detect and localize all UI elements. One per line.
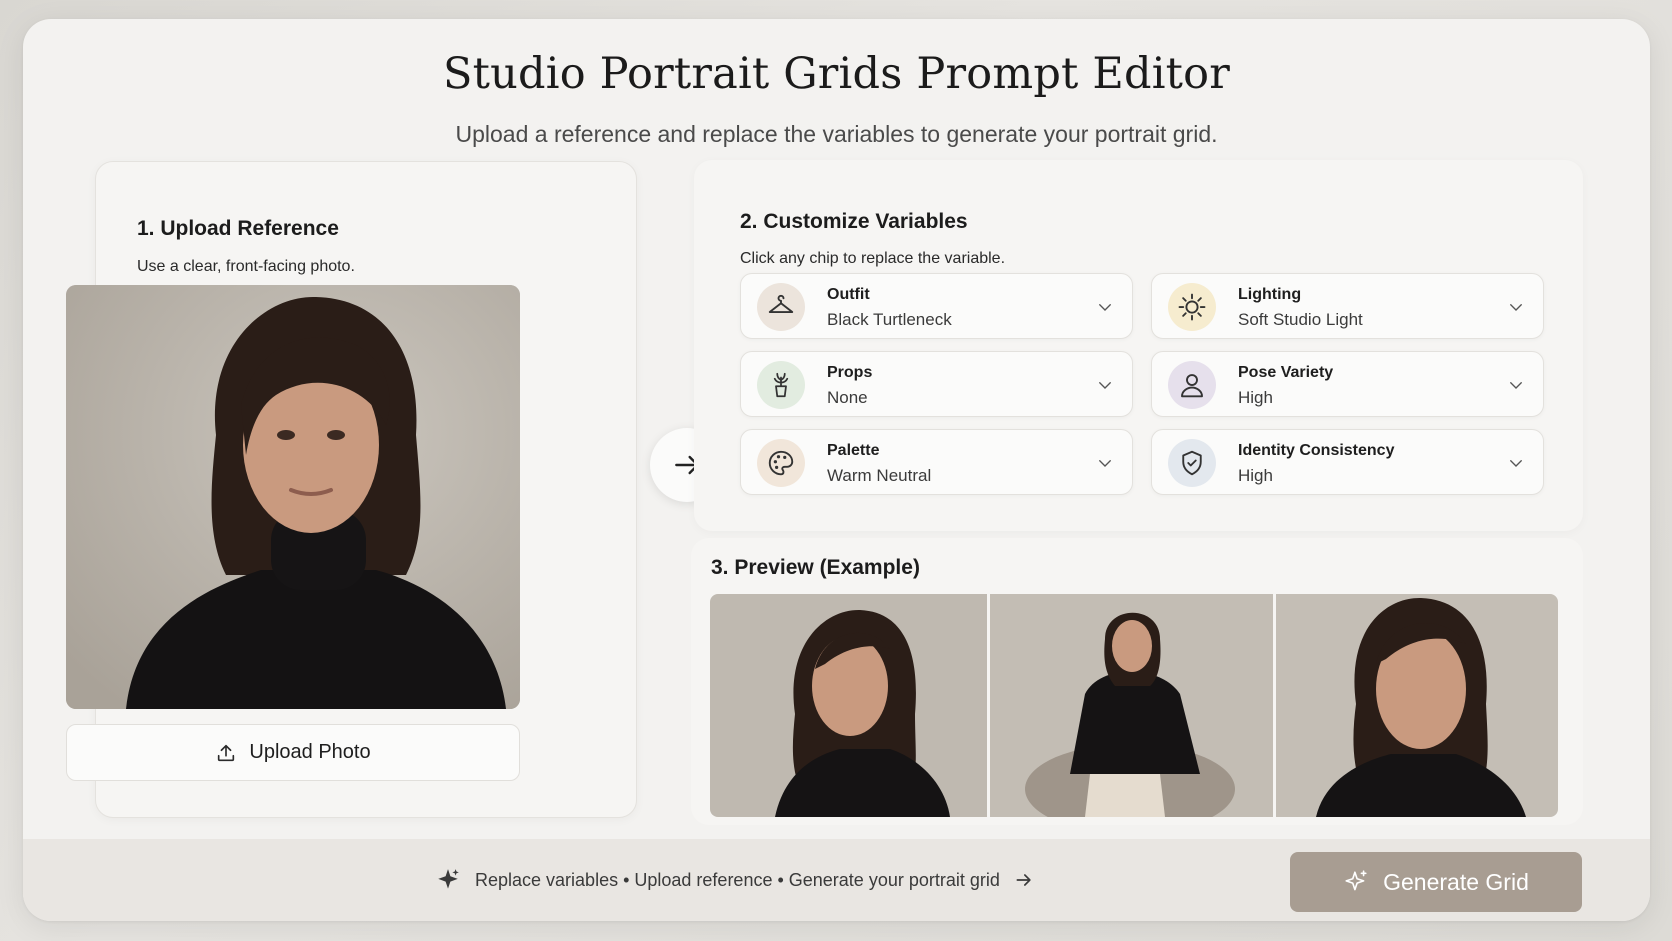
- preview-thumbnail-3: [1276, 594, 1558, 817]
- preview-thumbnail-1: [710, 594, 987, 817]
- variables-heading: 2. Customize Variables: [740, 210, 968, 233]
- upload-photo-label: Upload Photo: [249, 741, 371, 763]
- editor-card: Studio Portrait Grids Prompt Editor Uplo…: [23, 19, 1650, 921]
- chevron-down-icon: [1099, 304, 1111, 311]
- footer-info: Replace variables • Upload reference • G…: [435, 867, 1034, 893]
- reference-portrait-image: [66, 285, 520, 709]
- chip-value: High: [1238, 388, 1273, 407]
- preview-thumbnail-2: [990, 594, 1273, 817]
- upload-photo-button[interactable]: Upload Photo: [66, 724, 520, 781]
- variables-hint: Click any chip to replace the variable.: [740, 250, 1006, 267]
- chip-palette[interactable]: Palette Warm Neutral: [740, 429, 1133, 495]
- person-icon: [1168, 361, 1216, 409]
- chevron-down-icon: [1510, 304, 1522, 311]
- preview-thumbnails: [710, 594, 1558, 817]
- chip-label: Identity Consistency: [1238, 442, 1395, 459]
- hanger-icon: [757, 283, 805, 331]
- upload-hint: Use a clear, front-facing photo.: [137, 258, 355, 275]
- chip-value: Warm Neutral: [827, 466, 932, 485]
- chip-value: High: [1238, 466, 1273, 485]
- chip-props[interactable]: Props None: [740, 351, 1133, 417]
- footer-info-text: Replace variables • Upload reference • G…: [475, 869, 1000, 890]
- chip-value: Soft Studio Light: [1238, 310, 1363, 329]
- chip-pose-variety[interactable]: Pose Variety High: [1151, 351, 1544, 417]
- footer-bar: Replace variables • Upload reference • G…: [23, 839, 1650, 921]
- chip-value: Black Turtleneck: [827, 310, 952, 329]
- chip-label: Props: [827, 364, 873, 381]
- upload-heading: 1. Upload Reference: [137, 217, 339, 240]
- palette-icon: [757, 439, 805, 487]
- chip-outfit[interactable]: Outfit Black Turtleneck: [740, 273, 1133, 339]
- page-title: Studio Portrait Grids Prompt Editor: [442, 49, 1230, 99]
- chip-identity-consistency[interactable]: Identity Consistency High: [1151, 429, 1544, 495]
- generate-grid-label: Generate Grid: [1383, 868, 1529, 895]
- chevron-down-icon: [1099, 460, 1111, 467]
- plant-icon: [757, 361, 805, 409]
- sparkle-icon: [438, 869, 459, 889]
- chevron-down-icon: [1099, 382, 1111, 389]
- page-subtitle: Upload a reference and replace the varia…: [455, 121, 1218, 147]
- arrow-right-icon: [1016, 874, 1031, 886]
- chip-label: Outfit: [827, 286, 870, 303]
- preview-panel: 3. Preview (Example): [691, 538, 1583, 825]
- chevron-down-icon: [1510, 382, 1522, 389]
- shield-icon: [1168, 439, 1216, 487]
- chevron-down-icon: [1510, 460, 1522, 467]
- sparkle-icon: [1345, 870, 1367, 891]
- generate-grid-button[interactable]: Generate Grid: [1290, 852, 1582, 912]
- chip-label: Pose Variety: [1238, 364, 1334, 381]
- chip-value: None: [827, 388, 868, 407]
- sun-icon: [1168, 283, 1216, 331]
- reference-photo: [66, 285, 520, 709]
- chip-lighting[interactable]: Lighting Soft Studio Light: [1151, 273, 1544, 339]
- preview-heading: 3. Preview (Example): [711, 556, 920, 579]
- chip-label: Lighting: [1238, 286, 1302, 303]
- chip-label: Palette: [827, 442, 880, 459]
- variables-panel: 2. Customize Variables Click any chip to…: [694, 160, 1583, 531]
- upload-icon: [218, 744, 235, 761]
